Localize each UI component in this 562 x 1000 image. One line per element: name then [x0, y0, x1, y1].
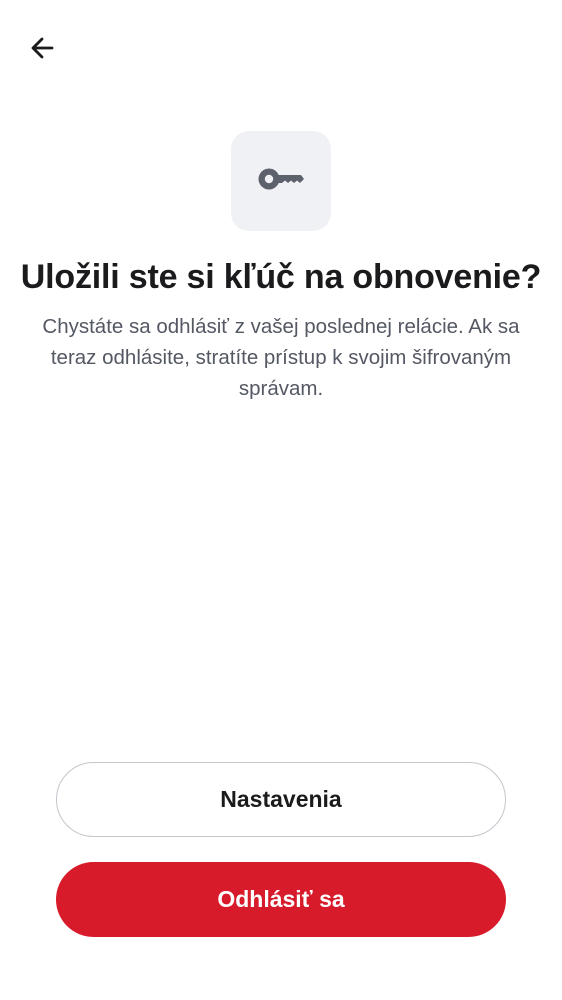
back-button[interactable] — [18, 26, 66, 74]
page-title: Uložili ste si kľúč na obnovenie? — [20, 258, 542, 296]
sign-out-button[interactable]: Odhlásiť sa — [56, 862, 506, 937]
settings-button[interactable]: Nastavenia — [56, 762, 506, 837]
key-icon — [257, 165, 305, 198]
key-icon-tile — [231, 131, 331, 231]
arrow-left-icon — [28, 34, 56, 67]
warning-message: Chystáte sa odhlásiť z vašej poslednej r… — [42, 315, 520, 400]
